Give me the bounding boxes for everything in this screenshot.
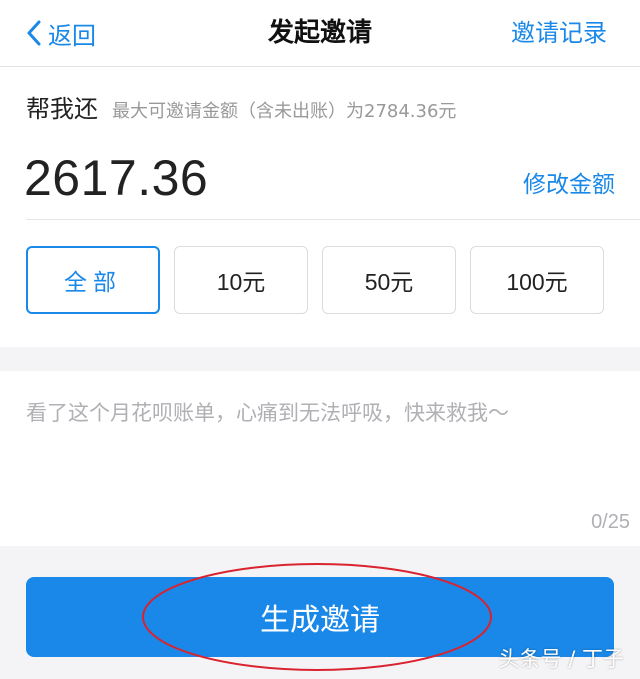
option-10[interactable]: 10元 xyxy=(174,246,308,314)
card-header: 帮我还 最大可邀请金额（含未出账）为2784.36元 xyxy=(26,89,456,124)
divider xyxy=(26,219,640,220)
generate-invite-label: 生成邀请 xyxy=(260,603,380,638)
message-input[interactable]: 看了这个月花呗账单，心痛到无法呼吸，快来救我～ 0/25 xyxy=(0,371,640,546)
option-50[interactable]: 50元 xyxy=(322,246,456,314)
nav-bar: 返回 发起邀请 邀请记录 xyxy=(0,0,640,67)
option-all[interactable]: 全部 xyxy=(26,246,160,314)
card-title: 帮我还 xyxy=(26,95,98,123)
option-100[interactable]: 100元 xyxy=(470,246,604,314)
max-amount-hint: 最大可邀请金额（含未出账）为2784.36元 xyxy=(112,101,457,122)
char-counter: 0/25 xyxy=(591,511,630,533)
amount-value[interactable]: 2617.36 xyxy=(24,149,208,207)
message-placeholder: 看了这个月花呗账单，心痛到无法呼吸，快来救我～ xyxy=(26,401,509,425)
watermark: 头条号 / 丁子 xyxy=(498,647,624,671)
edit-amount-button[interactable]: 修改金额 xyxy=(523,165,615,199)
amount-card: 帮我还 最大可邀请金额（含未出账）为2784.36元 2617.36 修改金额 … xyxy=(0,67,640,347)
amount-options: 全部 10元 50元 100元 xyxy=(26,246,604,314)
invite-records-link[interactable]: 邀请记录 xyxy=(511,16,607,50)
